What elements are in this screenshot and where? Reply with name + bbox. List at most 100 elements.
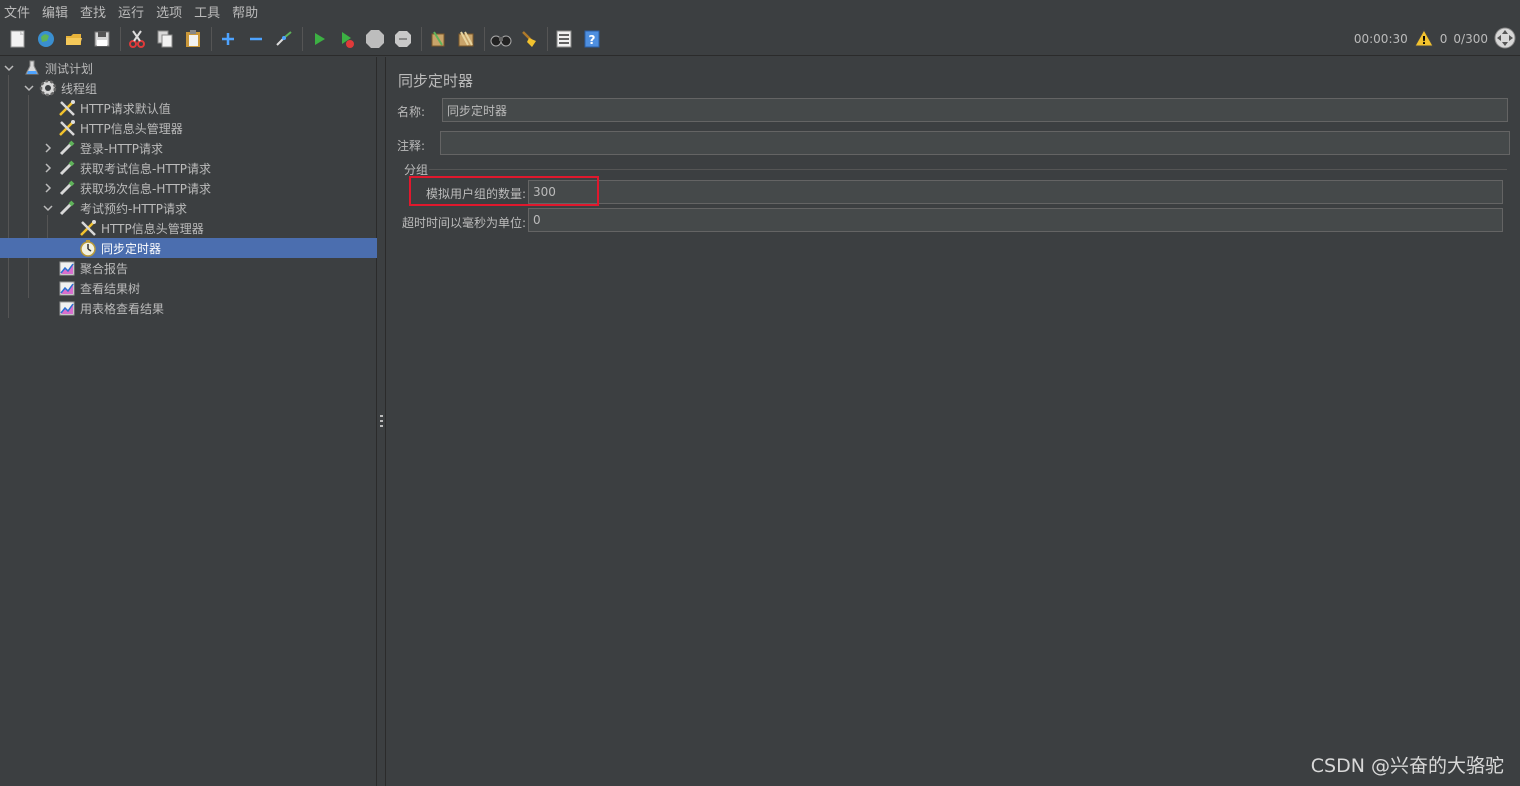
tree-item-exam-booking-request[interactable]: 考试预约-HTTP请求: [0, 198, 377, 218]
annotation-highlight-box: [409, 176, 599, 206]
stop-icon[interactable]: [363, 27, 387, 51]
menu-edit[interactable]: 编辑: [42, 2, 74, 21]
menu-bar: 文件 编辑 查找 运行 选项 工具 帮助: [0, 0, 1520, 22]
tree-item-label: HTTP信息头管理器: [80, 121, 183, 136]
tree-item-header-manager[interactable]: HTTP信息头管理器: [0, 118, 377, 138]
tree-item-label: 同步定时器: [101, 241, 162, 256]
name-label: 名称:: [397, 105, 426, 119]
comment-field[interactable]: [440, 131, 1510, 155]
test-plan-icon: [23, 59, 41, 77]
toggle-icon[interactable]: [272, 27, 296, 51]
menu-run[interactable]: 运行: [118, 2, 150, 21]
tree-item-label: HTTP请求默认值: [80, 101, 171, 116]
sampler-pipette-icon: [58, 159, 76, 177]
tree-item-label: HTTP信息头管理器: [101, 221, 204, 236]
thread-group-gear-icon: [39, 79, 57, 97]
panel-splitter[interactable]: [377, 57, 386, 786]
start-icon[interactable]: [307, 27, 331, 51]
tree-item-aggregate-report[interactable]: 聚合报告: [0, 258, 377, 278]
tree-item-sync-timer[interactable]: 同步定时器: [0, 238, 377, 258]
splitter-grip-icon[interactable]: [380, 415, 383, 429]
warning-count: 0: [1439, 32, 1448, 46]
toolbar-separator: [302, 26, 303, 51]
sampler-pipette-icon: [58, 199, 76, 217]
reset-search-broom-icon[interactable]: [517, 27, 541, 51]
tree-item-label: 聚合报告: [80, 261, 129, 276]
svg-text:!: !: [1421, 34, 1426, 47]
chevron-right-icon[interactable]: [42, 142, 54, 154]
tree-item-session-info-request[interactable]: 获取场次信息-HTTP请求: [0, 178, 377, 198]
tree-item-label: 查看结果树: [80, 281, 141, 296]
chevron-down-icon[interactable]: [23, 82, 35, 94]
shutdown-icon[interactable]: [391, 27, 415, 51]
chevron-down-icon[interactable]: [42, 202, 54, 214]
toolbar-separator: [484, 26, 485, 51]
listener-graph-icon: [58, 279, 76, 297]
copy-icon[interactable]: [153, 27, 177, 51]
menu-help[interactable]: 帮助: [232, 2, 264, 21]
templates-icon[interactable]: [34, 27, 58, 51]
tree-item-header-manager-child[interactable]: HTTP信息头管理器: [0, 218, 377, 238]
config-wrench-icon: [58, 119, 76, 137]
tree-item-label: 考试预约-HTTP请求: [80, 201, 188, 216]
menu-search[interactable]: 查找: [80, 2, 112, 21]
name-field[interactable]: 同步定时器: [442, 98, 1508, 122]
users-count-field[interactable]: 300: [528, 180, 1503, 204]
config-wrench-icon: [79, 219, 97, 237]
tree-item-label: 线程组: [61, 81, 98, 96]
timer-icon: [79, 239, 97, 257]
toolbar: ? 00:00:30 ! 0 0/300: [0, 22, 1520, 56]
config-wrench-icon: [58, 99, 76, 117]
chevron-down-icon[interactable]: [3, 62, 15, 74]
menu-options[interactable]: 选项: [156, 2, 188, 21]
sync-timer-panel: 同步定时器 名称: 同步定时器 注释: 分组 模拟用户组的数量: 300 超时时…: [387, 57, 1520, 786]
tree-item-test-plan[interactable]: 测试计划: [0, 58, 377, 78]
tree-item-label: 获取考试信息-HTTP请求: [80, 161, 212, 176]
comment-label: 注释:: [397, 139, 426, 153]
elapsed-time: 00:00:30: [1353, 32, 1408, 46]
tree-item-label: 测试计划: [45, 61, 94, 76]
paste-icon[interactable]: [181, 27, 205, 51]
warning-icon[interactable]: !: [1413, 28, 1434, 50]
toolbar-separator: [120, 26, 121, 51]
chevron-right-icon[interactable]: [42, 162, 54, 174]
timeout-field[interactable]: 0: [528, 208, 1503, 232]
toolbar-separator: [211, 26, 212, 51]
collapse-all-icon[interactable]: [244, 27, 268, 51]
chevron-right-icon[interactable]: [42, 182, 54, 194]
menu-tools[interactable]: 工具: [194, 2, 226, 21]
tree-item-results-table[interactable]: 用表格查看结果: [0, 298, 377, 318]
listener-graph-icon: [58, 299, 76, 317]
toolbar-separator: [547, 26, 548, 51]
group-divider: [429, 169, 1507, 170]
menu-file[interactable]: 文件: [4, 2, 36, 21]
save-icon[interactable]: [90, 27, 114, 51]
toolbar-separator: [421, 26, 422, 51]
sampler-pipette-icon: [58, 179, 76, 197]
tree-item-results-tree[interactable]: 查看结果树: [0, 278, 377, 298]
page-title: 同步定时器: [398, 72, 474, 90]
expand-all-icon[interactable]: [216, 27, 240, 51]
toolbar-status: 00:00:30 ! 0 0/300: [1354, 22, 1516, 56]
help-icon[interactable]: ?: [580, 27, 604, 51]
tree-item-label: 用表格查看结果: [80, 301, 165, 316]
tree-item-login-request[interactable]: 登录-HTTP请求: [0, 138, 377, 158]
clear-icon[interactable]: [426, 27, 450, 51]
search-binoculars-icon[interactable]: [489, 27, 513, 51]
remote-engines-icon[interactable]: [1494, 27, 1516, 52]
tree-item-exam-info-request[interactable]: 获取考试信息-HTTP请求: [0, 158, 377, 178]
start-no-pause-icon[interactable]: [335, 27, 359, 51]
timeout-label: 超时时间以毫秒为单位:: [402, 216, 527, 230]
function-helper-icon[interactable]: [552, 27, 576, 51]
cut-icon[interactable]: [125, 27, 149, 51]
new-icon[interactable]: [6, 27, 30, 51]
test-plan-tree: 测试计划 线程组 HTTP请求默认值 HTTP信息头管理器 登录-HTTP请求 …: [0, 57, 377, 786]
watermark: CSDN @兴奋的大骆驼: [1310, 755, 1504, 777]
clear-all-icon[interactable]: [454, 27, 478, 51]
tree-item-thread-group[interactable]: 线程组: [0, 78, 377, 98]
tree-item-http-defaults[interactable]: HTTP请求默认值: [0, 98, 377, 118]
tree-item-label: 登录-HTTP请求: [80, 141, 164, 156]
open-icon[interactable]: [62, 27, 86, 51]
sampler-pipette-icon: [58, 139, 76, 157]
svg-text:?: ?: [589, 33, 596, 47]
